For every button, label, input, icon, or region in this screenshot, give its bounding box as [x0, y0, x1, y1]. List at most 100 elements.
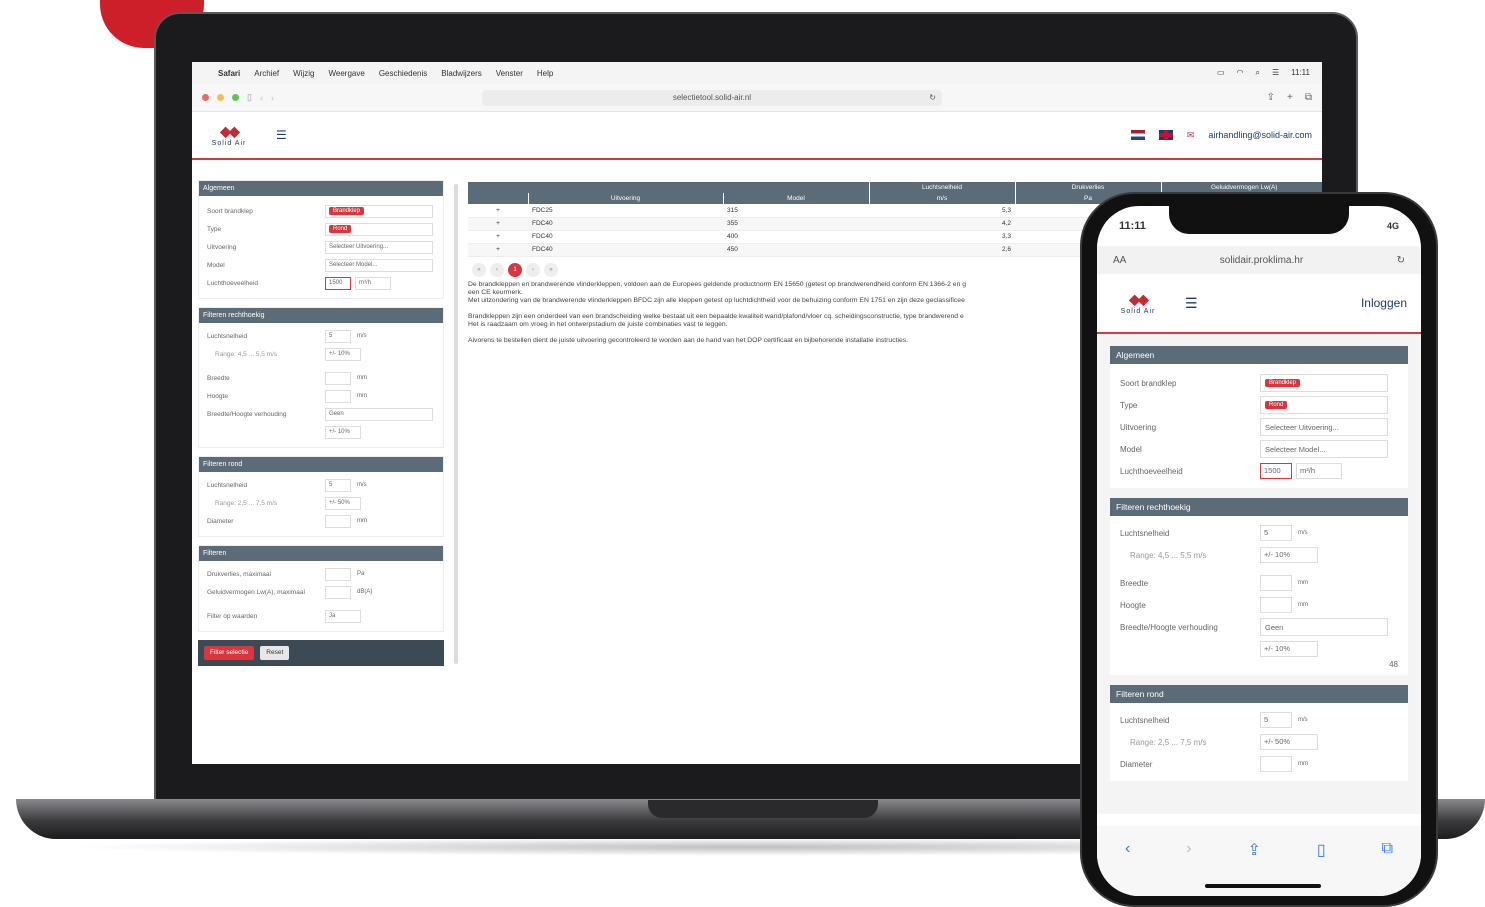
unit: m/s: [1298, 717, 1308, 723]
next-page-icon[interactable]: ›: [526, 262, 540, 277]
new-tab-icon[interactable]: +: [1287, 92, 1293, 103]
expand-icon[interactable]: +: [468, 217, 528, 231]
hamburger-icon[interactable]: ☰: [276, 128, 287, 142]
diameter-input[interactable]: [325, 514, 351, 528]
menu-venster[interactable]: Venster: [496, 69, 523, 78]
expand-icon[interactable]: +: [468, 230, 528, 244]
minimize-window-icon[interactable]: [217, 94, 224, 101]
filter-waarden-select[interactable]: Ja: [325, 609, 361, 623]
search-icon[interactable]: ⌕: [1256, 68, 1260, 78]
menu-bladwijzers[interactable]: Bladwijzers: [441, 69, 481, 78]
phone-body: Algemeen Soort brandklep Brandklep Type Ro…: [1097, 334, 1421, 814]
uitvoering-select[interactable]: Selecteer Uitvoering...: [1260, 418, 1388, 436]
menu-geschiedenis[interactable]: Geschiedenis: [379, 69, 427, 78]
reload-icon[interactable]: ↻: [929, 90, 936, 106]
type-select[interactable]: Rond: [1260, 396, 1388, 414]
tolerance-select[interactable]: +/- 10%: [325, 347, 361, 361]
cell-model: 355: [723, 217, 869, 231]
close-window-icon[interactable]: [202, 94, 209, 101]
tolerance-select[interactable]: +/- 50%: [325, 496, 361, 510]
last-page-icon[interactable]: »: [544, 262, 558, 277]
page-current[interactable]: 1: [508, 262, 522, 277]
col-uitvoering[interactable]: Uitvoering: [528, 193, 724, 204]
luchtsnelheid-input[interactable]: 5: [1260, 712, 1292, 728]
luchtsnelheid-input[interactable]: 5: [1260, 525, 1292, 541]
verhouding-select[interactable]: Geen: [1260, 618, 1388, 636]
first-page-icon[interactable]: «: [472, 262, 486, 277]
drukverlies-input[interactable]: [325, 567, 351, 581]
soort-select[interactable]: Brandklep: [325, 204, 433, 218]
battery-icon[interactable]: ▭: [1217, 68, 1225, 78]
wifi-icon[interactable]: ◠: [1237, 68, 1244, 78]
tag-rond[interactable]: Rond: [1265, 401, 1288, 409]
reset-button[interactable]: Reset: [260, 646, 290, 660]
cell-uitvoering: FDC40: [528, 230, 723, 244]
col-ms[interactable]: m/s: [869, 193, 1016, 204]
verhouding-select[interactable]: Geen: [325, 407, 433, 421]
tag-brandklep[interactable]: Brandklep: [1265, 379, 1301, 387]
filter-selectie-button[interactable]: Filter selectie: [204, 646, 255, 660]
prev-page-icon[interactable]: ‹: [490, 262, 504, 277]
back-icon[interactable]: ‹: [260, 93, 263, 103]
solid-air-logo[interactable]: ◆◆ Solid Air: [202, 123, 256, 147]
hoogte-input[interactable]: [325, 389, 351, 403]
share-icon[interactable]: ⇪: [1267, 92, 1275, 103]
verhouding-tolerance-select[interactable]: +/- 10%: [1260, 641, 1318, 657]
breedte-input[interactable]: [1260, 575, 1292, 591]
unit-select[interactable]: m³/h: [1296, 463, 1342, 479]
sidebar-scrollbar[interactable]: [454, 184, 458, 664]
control-center-icon[interactable]: ☰: [1272, 68, 1279, 78]
logo-mark-icon: ◆◆: [1129, 291, 1148, 307]
unit: dB(A): [357, 589, 373, 595]
uitvoering-select[interactable]: Selecteer Uitvoering...: [325, 240, 433, 254]
model-select[interactable]: Selecteer Model...: [325, 258, 433, 272]
geluid-input[interactable]: [325, 585, 351, 599]
solid-air-logo[interactable]: ◆◆ Solid Air: [1111, 291, 1165, 315]
button-bar: Filter selectie Reset: [198, 640, 444, 666]
flag-nl-icon[interactable]: [1130, 130, 1145, 140]
phone-addressbar[interactable]: AA solidair.proklima.hr ↻: [1097, 246, 1421, 274]
luchthoeveelheid-input[interactable]: 1500: [1260, 463, 1292, 479]
diameter-input[interactable]: [1260, 756, 1292, 772]
soort-select[interactable]: Brandklep: [1260, 374, 1388, 392]
luchtsnelheid-input[interactable]: 5: [325, 478, 351, 492]
sidebar-toggle-icon[interactable]: ▯: [247, 92, 252, 103]
hoogte-input[interactable]: [1260, 597, 1292, 613]
menu-safari[interactable]: Safari: [218, 69, 240, 78]
tabs-overview-icon[interactable]: ⧉: [1305, 92, 1312, 103]
type-select[interactable]: Rond: [325, 222, 433, 236]
col-model[interactable]: Model: [723, 193, 870, 204]
panel-filteren: Filteren Drukverlies, maximaal Pa Geluidv…: [198, 545, 444, 632]
luchthoeveelheid-input[interactable]: 1500: [325, 276, 351, 290]
zoom-window-icon[interactable]: [232, 94, 239, 101]
tolerance-select[interactable]: +/- 50%: [1260, 734, 1318, 750]
cell-uitvoering: FDC40: [528, 243, 723, 257]
menu-help[interactable]: Help: [537, 69, 553, 78]
verhouding-tolerance-select[interactable]: +/- 10%: [325, 425, 361, 439]
login-link[interactable]: Inloggen: [1361, 296, 1407, 310]
tabs-icon[interactable]: ⧉: [1382, 840, 1393, 896]
breedte-input[interactable]: [325, 371, 351, 385]
expand-icon[interactable]: +: [468, 243, 528, 257]
text-size-button[interactable]: AA: [1113, 255, 1126, 266]
back-icon[interactable]: ‹: [1125, 840, 1130, 896]
tolerance-select[interactable]: +/- 10%: [1260, 547, 1318, 563]
menu-archief[interactable]: Archief: [254, 69, 279, 78]
address-bar[interactable]: selectietool.solid-air.nl ↻: [481, 89, 942, 106]
luchthoeveelheid-unit-select[interactable]: m³/h: [355, 276, 391, 290]
menu-weergave[interactable]: Weergave: [328, 69, 364, 78]
menu-wijzig[interactable]: Wijzig: [293, 69, 314, 78]
reload-icon[interactable]: ↻: [1397, 255, 1405, 266]
forward-icon[interactable]: ›: [271, 93, 274, 103]
flag-uk-icon[interactable]: [1158, 130, 1173, 140]
forward-icon[interactable]: ›: [1186, 840, 1191, 896]
tag-brandklep[interactable]: Brandklep: [329, 207, 365, 215]
unit: mm: [357, 393, 367, 399]
email-link[interactable]: airhandling@solid-air.com: [1208, 130, 1312, 140]
home-indicator[interactable]: [1205, 884, 1321, 888]
model-select[interactable]: Selecteer Model...: [1260, 440, 1388, 458]
expand-icon[interactable]: +: [468, 204, 528, 218]
hamburger-icon[interactable]: ☰: [1185, 295, 1198, 312]
luchtsnelheid-input[interactable]: 5: [325, 329, 351, 343]
tag-rond[interactable]: Rond: [329, 225, 352, 233]
